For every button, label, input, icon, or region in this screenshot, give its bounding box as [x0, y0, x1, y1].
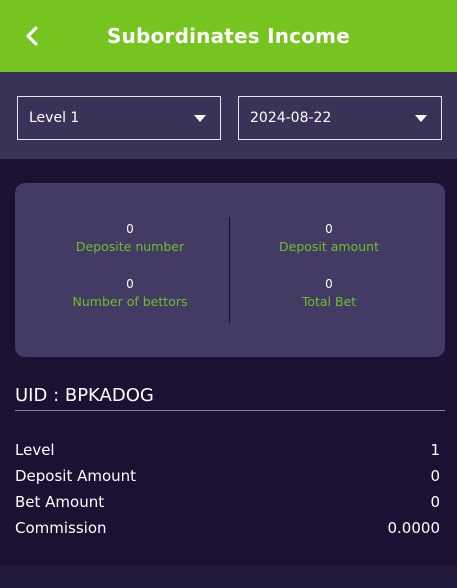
stat-value: 0	[126, 222, 134, 236]
uid-title: UID : BPKADOG	[15, 385, 154, 406]
page-title: Subordinates Income	[107, 24, 350, 48]
stat-label: Deposit amount	[279, 239, 379, 254]
bottom-band	[0, 566, 457, 588]
detail-row-level: Level 1	[15, 439, 440, 461]
stat-total-bet: 0 Total Bet	[229, 276, 429, 312]
detail-value: 1	[430, 441, 440, 459]
detail-label: Deposit Amount	[15, 467, 137, 485]
stat-label: Number of bettors	[72, 294, 188, 309]
detail-label: Level	[15, 441, 55, 459]
detail-row-bet-amount: Bet Amount 0	[15, 491, 440, 513]
date-select[interactable]: 2024-08-22	[238, 96, 442, 140]
filter-bar: Level 1 2024-08-22	[0, 72, 457, 159]
stat-number-of-bettors: 0 Number of bettors	[30, 276, 230, 312]
chevron-left-icon	[26, 26, 38, 46]
stat-value: 0	[325, 222, 333, 236]
caret-down-icon	[194, 115, 206, 122]
stat-deposit-number: 0 Deposite number	[30, 221, 230, 257]
caret-down-icon	[415, 115, 427, 122]
summary-card: 0 Deposite number 0 Deposit amount 0 Num…	[15, 183, 445, 357]
level-select-value: Level 1	[29, 110, 80, 126]
detail-label: Commission	[15, 519, 107, 537]
detail-label: Bet Amount	[15, 493, 105, 511]
detail-row-deposit-amount: Deposit Amount 0	[15, 465, 440, 487]
stat-value: 0	[325, 277, 333, 291]
detail-value: 0	[430, 467, 440, 485]
back-button[interactable]	[14, 18, 50, 54]
uid-divider	[15, 410, 445, 411]
stat-label: Deposite number	[75, 239, 185, 254]
stat-value: 0	[126, 277, 134, 291]
header-bar: Subordinates Income	[0, 0, 457, 72]
stat-label: Total Bet	[301, 294, 357, 309]
detail-value: 0	[430, 493, 440, 511]
detail-value: 0.0000	[387, 519, 441, 537]
detail-row-commission: Commission 0.0000	[15, 517, 440, 539]
level-select[interactable]: Level 1	[17, 96, 221, 140]
date-select-value: 2024-08-22	[250, 110, 332, 126]
stat-deposit-amount: 0 Deposit amount	[229, 221, 429, 257]
